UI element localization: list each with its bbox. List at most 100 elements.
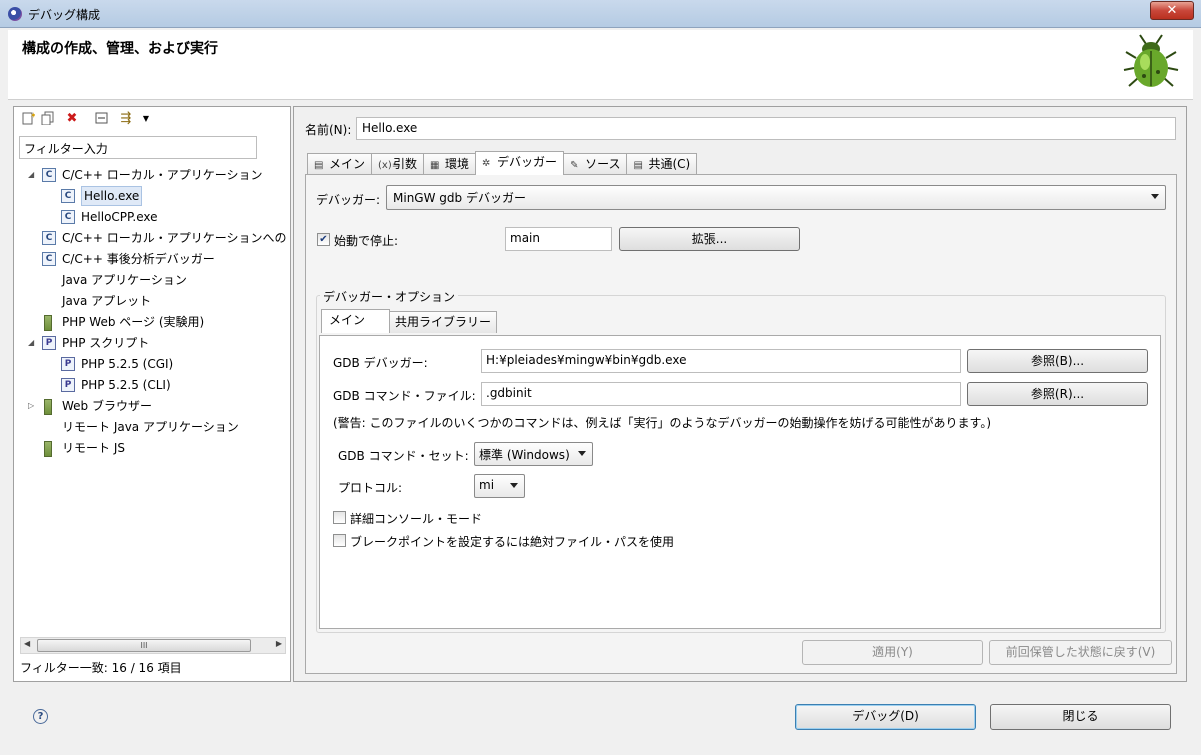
filter-icon[interactable]: ⇶: [118, 111, 134, 127]
c-launch-icon: C: [42, 252, 56, 266]
scroll-right-icon[interactable]: ▶: [276, 639, 282, 648]
debugger-label: デバッガー:: [316, 193, 381, 207]
gdb-command-set-value: 標準 (Windows): [479, 448, 570, 462]
chevron-down-icon: [1151, 194, 1159, 199]
svg-text:✶: ✶: [30, 111, 35, 120]
tab-label: 共通(C): [648, 157, 691, 171]
revert-button[interactable]: 前回保管した状態に戻す(V): [989, 640, 1172, 665]
tree-item-label: C/C++ 事後分析デバッガー: [62, 252, 215, 266]
debugger-select-value: MinGW gdb デバッガー: [393, 191, 526, 205]
tree-item-label: PHP 5.2.5 (CLI): [81, 378, 171, 392]
gdb-command-set-select[interactable]: 標準 (Windows): [474, 442, 593, 466]
configuration-tree-pane: ✶ ✖ ⇶ ▼ フィルター入力 ◢ C C/C++ ローカル・アプリケーション C He…: [13, 106, 291, 682]
tree-item-label: リモート Java アプリケーション: [62, 420, 239, 434]
debug-button[interactable]: デバッグ(D): [795, 704, 976, 730]
header-banner: 構成の作成、管理、および実行: [8, 30, 1193, 100]
name-input[interactable]: Hello.exe: [356, 117, 1176, 140]
expand-arrow-icon[interactable]: ◢: [28, 165, 38, 185]
protocol-value: mi: [479, 478, 495, 492]
tree-item[interactable]: C C/C++ ローカル・アプリケーションへの: [14, 228, 290, 248]
apply-button[interactable]: 適用(Y): [802, 640, 983, 665]
close-button[interactable]: 閉じる: [990, 704, 1171, 730]
php-launch-icon: P: [61, 378, 75, 392]
tree-item[interactable]: ◢ P PHP スクリプト: [14, 333, 290, 353]
scroll-left-icon[interactable]: ◀: [24, 639, 30, 648]
absolute-path-label: ブレークポイントを設定するには絶対ファイル・パスを使用: [350, 535, 675, 549]
page-title: 構成の作成、管理、および実行: [22, 41, 218, 57]
tab-2[interactable]: ▦ 環境: [423, 153, 477, 175]
tree-item[interactable]: Java アプレット: [14, 291, 290, 311]
tab-0[interactable]: ▤ メイン: [307, 153, 373, 175]
protocol-select[interactable]: mi: [474, 474, 525, 498]
dropdown-icon[interactable]: ▼: [138, 111, 154, 127]
c-launch-icon: C: [42, 231, 56, 245]
tab-label: 引数: [393, 157, 418, 171]
stop-on-startup-checkbox[interactable]: ✔: [317, 233, 330, 246]
gdb-command-file-input[interactable]: .gdbinit: [481, 382, 961, 406]
tree-item[interactable]: C Hello.exe: [14, 186, 290, 206]
launch-icon: [42, 441, 52, 457]
browse-command-file-button[interactable]: 参照(R)...: [967, 382, 1148, 406]
advanced-button[interactable]: 拡張...: [619, 227, 800, 251]
tree-item[interactable]: リモート Java アプリケーション: [14, 417, 290, 437]
tree-item[interactable]: C C/C++ 事後分析デバッガー: [14, 249, 290, 269]
tree-item-label: リモート JS: [62, 441, 125, 455]
tree-item[interactable]: リモート JS: [14, 438, 290, 458]
tab-label: 環境: [445, 157, 470, 171]
tab-icon: ▤: [633, 160, 643, 171]
tree-item-label: C/C++ ローカル・アプリケーション: [62, 168, 263, 182]
duplicate-icon[interactable]: [40, 111, 56, 127]
tab-shared-libraries[interactable]: 共用ライブラリー: [389, 311, 498, 333]
tree-item-label: Web ブラウザー: [62, 399, 152, 413]
gdb-debugger-label: GDB デバッガー:: [333, 356, 428, 370]
tree-item[interactable]: ▷ Web ブラウザー: [14, 396, 290, 416]
tree-item[interactable]: PHP Web ページ (実験用): [14, 312, 290, 332]
window-title: デバッグ構成: [28, 8, 101, 22]
stop-symbol-input[interactable]: main: [505, 227, 612, 251]
gdb-command-file-label: GDB コマンド・ファイル:: [333, 389, 476, 403]
verbose-console-label: 詳細コンソール・モード: [350, 512, 483, 526]
eclipse-icon: [8, 7, 22, 21]
tab-1[interactable]: (x)=引数: [371, 153, 425, 175]
tree-item[interactable]: Java アプリケーション: [14, 270, 290, 290]
tab-icon: ▦: [430, 160, 440, 171]
chevron-down-icon: [578, 451, 586, 456]
expand-arrow-icon[interactable]: ◢: [28, 333, 38, 353]
gdb-command-set-label: GDB コマンド・セット:: [338, 449, 469, 463]
browse-debugger-button[interactable]: 参照(B)...: [967, 349, 1148, 373]
tab-4[interactable]: ✎ ソース: [563, 153, 628, 175]
delete-icon[interactable]: ✖: [64, 111, 80, 127]
launch-icon: [42, 399, 52, 415]
php-launch-icon: P: [61, 357, 75, 371]
c-launch-icon: C: [61, 210, 75, 224]
absolute-path-checkbox[interactable]: [333, 534, 346, 547]
gdb-debugger-input[interactable]: H:¥pleiades¥mingw¥bin¥gdb.exe: [481, 349, 961, 373]
tree-item[interactable]: C HelloCPP.exe: [14, 207, 290, 227]
close-window-button[interactable]: ✕: [1150, 1, 1194, 20]
tab-label: デバッガー: [497, 155, 558, 169]
help-icon[interactable]: ?: [33, 709, 48, 724]
tree-item[interactable]: P PHP 5.2.5 (CGI): [14, 354, 290, 374]
bug-icon: [1123, 34, 1179, 87]
tree-item-label: PHP Web ページ (実験用): [62, 315, 205, 329]
c-launch-icon: C: [42, 168, 56, 182]
tree-item[interactable]: P PHP 5.2.5 (CLI): [14, 375, 290, 395]
tab-5[interactable]: ▤ 共通(C): [626, 153, 698, 175]
tab-icon: (x)=: [378, 160, 401, 171]
tab-3[interactable]: ✲ デバッガー: [475, 151, 565, 175]
verbose-console-checkbox[interactable]: [333, 511, 346, 524]
tab-options-main[interactable]: メイン: [321, 309, 391, 333]
collapse-arrow-icon[interactable]: ▷: [28, 396, 38, 416]
tab-icon: ✎: [570, 160, 579, 171]
filter-input[interactable]: フィルター入力: [19, 136, 257, 159]
tree-item-label: C/C++ ローカル・アプリケーションへの: [62, 231, 287, 245]
collapse-icon[interactable]: [94, 111, 110, 127]
name-label: 名前(N):: [305, 123, 352, 137]
tree-item-label: PHP 5.2.5 (CGI): [81, 357, 174, 371]
debugger-select[interactable]: MinGW gdb デバッガー: [386, 185, 1166, 210]
horizontal-scrollbar[interactable]: ◀ III ▶: [20, 637, 286, 654]
new-config-icon[interactable]: ✶: [20, 111, 37, 127]
stop-on-startup-label: 始動で停止:: [334, 234, 399, 248]
tree-item[interactable]: ◢ C C/C++ ローカル・アプリケーション: [14, 165, 290, 185]
scroll-thumb[interactable]: III: [37, 639, 251, 652]
